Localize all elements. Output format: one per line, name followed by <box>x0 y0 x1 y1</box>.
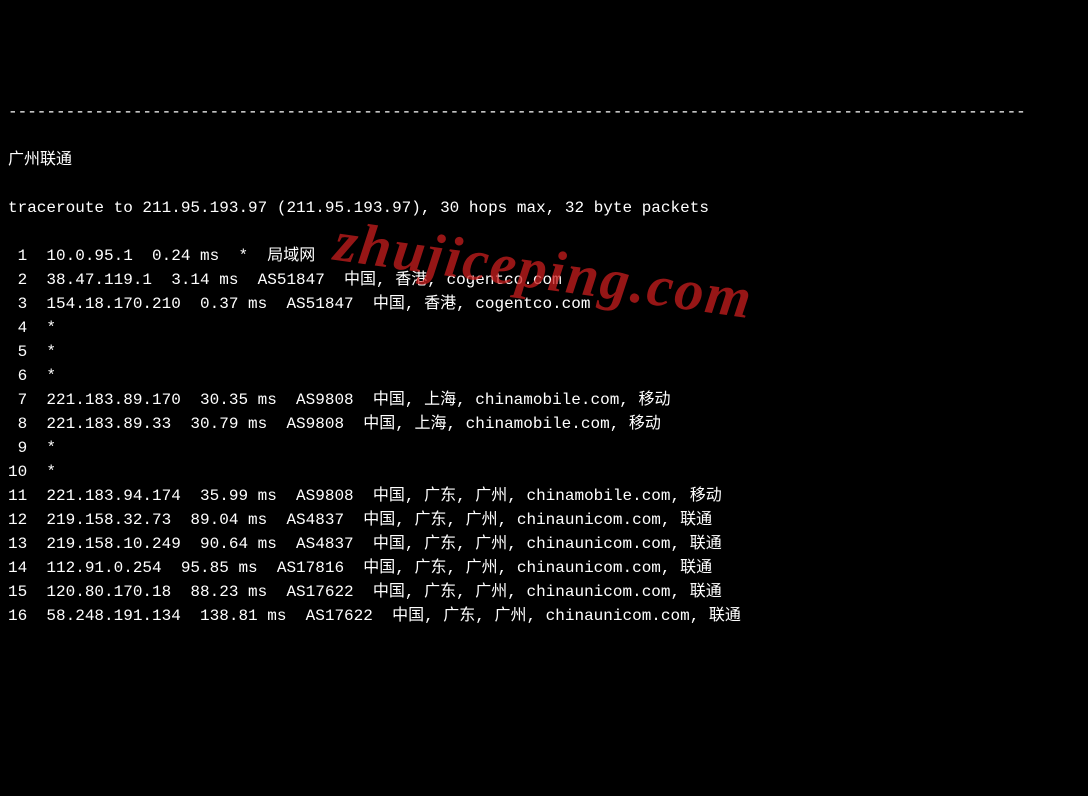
traceroute-hop-row: 2 38.47.119.1 3.14 ms AS51847 中国, 香港, co… <box>8 268 1080 292</box>
hop-number: 16 <box>8 604 27 628</box>
traceroute-hop-row: 15 120.80.170.18 88.23 ms AS17622 中国, 广东… <box>8 580 1080 604</box>
hop-number: 5 <box>8 340 27 364</box>
hop-details: 120.80.170.18 88.23 ms AS17622 中国, 广东, 广… <box>27 583 722 601</box>
hop-number: 11 <box>8 484 27 508</box>
traceroute-hop-row: 4 * <box>8 316 1080 340</box>
traceroute-hop-row: 10 * <box>8 460 1080 484</box>
hop-number: 7 <box>8 388 27 412</box>
hop-details: 219.158.32.73 89.04 ms AS4837 中国, 广东, 广州… <box>27 511 712 529</box>
hop-details: 221.183.94.174 35.99 ms AS9808 中国, 广东, 广… <box>27 487 722 505</box>
hop-details: 221.183.89.170 30.35 ms AS9808 中国, 上海, c… <box>27 391 670 409</box>
hop-details: 58.248.191.134 138.81 ms AS17622 中国, 广东,… <box>27 607 741 625</box>
hop-details: * <box>27 367 56 385</box>
hop-details: * <box>27 439 56 457</box>
divider-line: ----------------------------------------… <box>8 100 1080 124</box>
hop-number: 8 <box>8 412 27 436</box>
traceroute-hop-row: 5 * <box>8 340 1080 364</box>
hop-number: 10 <box>8 460 27 484</box>
hop-details: 154.18.170.210 0.37 ms AS51847 中国, 香港, c… <box>27 295 590 313</box>
hop-number: 15 <box>8 580 27 604</box>
traceroute-hop-row: 1 10.0.95.1 0.24 ms * 局域网 <box>8 244 1080 268</box>
hop-details: * <box>27 463 56 481</box>
traceroute-hop-row: 6 * <box>8 364 1080 388</box>
traceroute-hop-row: 14 112.91.0.254 95.85 ms AS17816 中国, 广东,… <box>8 556 1080 580</box>
section-title: 广州联通 <box>8 148 1080 172</box>
hop-number: 3 <box>8 292 27 316</box>
traceroute-hop-row: 8 221.183.89.33 30.79 ms AS9808 中国, 上海, … <box>8 412 1080 436</box>
hop-number: 12 <box>8 508 27 532</box>
hop-details: 10.0.95.1 0.24 ms * 局域网 <box>27 247 315 265</box>
hop-details: 112.91.0.254 95.85 ms AS17816 中国, 广东, 广州… <box>27 559 712 577</box>
hop-details: 221.183.89.33 30.79 ms AS9808 中国, 上海, ch… <box>27 415 661 433</box>
hop-details: 219.158.10.249 90.64 ms AS4837 中国, 广东, 广… <box>27 535 722 553</box>
hop-details: 38.47.119.1 3.14 ms AS51847 中国, 香港, coge… <box>27 271 561 289</box>
hop-number: 6 <box>8 364 27 388</box>
traceroute-hop-row: 3 154.18.170.210 0.37 ms AS51847 中国, 香港,… <box>8 292 1080 316</box>
traceroute-hop-row: 11 221.183.94.174 35.99 ms AS9808 中国, 广东… <box>8 484 1080 508</box>
traceroute-hop-row: 7 221.183.89.170 30.35 ms AS9808 中国, 上海,… <box>8 388 1080 412</box>
hop-number: 14 <box>8 556 27 580</box>
hop-number: 2 <box>8 268 27 292</box>
hop-number: 4 <box>8 316 27 340</box>
hop-details: * <box>27 319 56 337</box>
traceroute-hop-row: 9 * <box>8 436 1080 460</box>
hop-details: * <box>27 343 56 361</box>
hop-number: 1 <box>8 244 27 268</box>
hop-number: 9 <box>8 436 27 460</box>
hop-number: 13 <box>8 532 27 556</box>
traceroute-hops: 1 10.0.95.1 0.24 ms * 局域网2 38.47.119.1 3… <box>8 244 1080 628</box>
traceroute-hop-row: 13 219.158.10.249 90.64 ms AS4837 中国, 广东… <box>8 532 1080 556</box>
traceroute-hop-row: 12 219.158.32.73 89.04 ms AS4837 中国, 广东,… <box>8 508 1080 532</box>
traceroute-header: traceroute to 211.95.193.97 (211.95.193.… <box>8 196 1080 220</box>
traceroute-hop-row: 16 58.248.191.134 138.81 ms AS17622 中国, … <box>8 604 1080 628</box>
